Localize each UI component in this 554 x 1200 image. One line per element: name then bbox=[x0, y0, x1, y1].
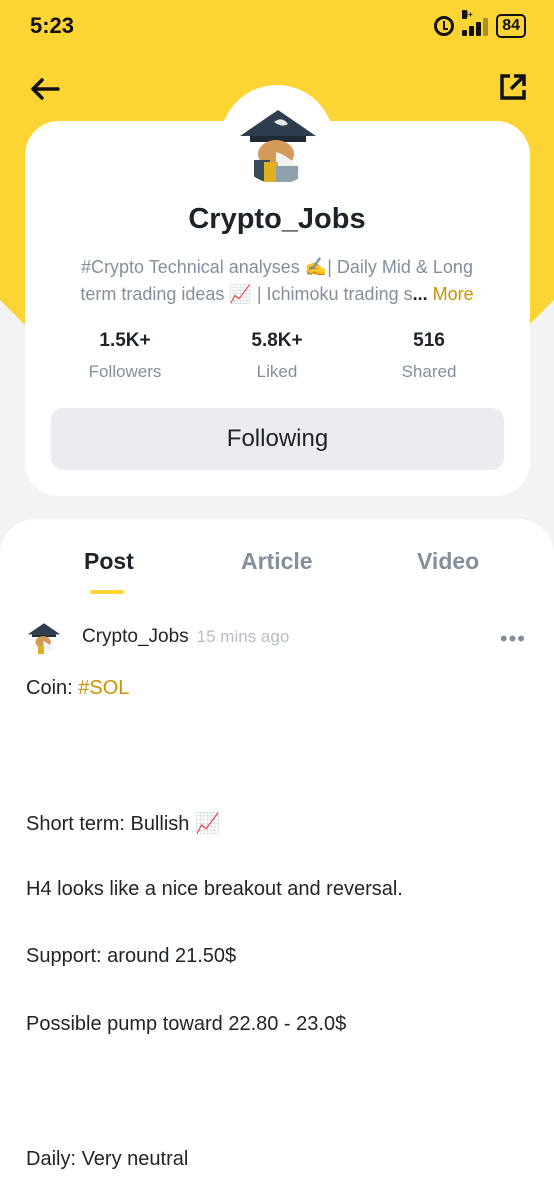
tab-article[interactable]: Article bbox=[241, 548, 313, 575]
post-author-avatar[interactable] bbox=[26, 619, 62, 655]
stat-shared: 516 Shared bbox=[354, 330, 504, 382]
battery-level: 84 bbox=[496, 14, 526, 38]
post-coin-line: Coin: #SOL bbox=[26, 677, 129, 700]
more-options-icon[interactable]: ••• bbox=[500, 626, 526, 652]
post-timestamp: 15 mins ago bbox=[196, 627, 290, 646]
stat-label: Shared bbox=[401, 362, 457, 381]
status-bar: 5:23 H+ 84 bbox=[0, 0, 554, 52]
post-header: Crypto_Jobs 15 mins ago ••• bbox=[26, 618, 528, 656]
stat-label: Liked bbox=[256, 362, 298, 381]
status-icons: H+ 84 bbox=[434, 10, 526, 38]
tab-post[interactable]: Post bbox=[84, 548, 134, 575]
coin-hashtag[interactable]: #SOL bbox=[78, 677, 129, 699]
post-author-name[interactable]: Crypto_Jobs bbox=[82, 626, 189, 648]
status-time: 5:23 bbox=[30, 13, 75, 38]
active-tab-indicator bbox=[90, 590, 124, 594]
post-text-line: H4 looks like a nice breakout and revers… bbox=[26, 878, 403, 900]
profile-bio: #Crypto Technical analyses ✍️| Daily Mid… bbox=[70, 254, 484, 308]
post-text-line: Possible pump toward 22.80 - 23.0$ bbox=[26, 1013, 347, 1035]
alarm-icon bbox=[434, 16, 455, 36]
stat-followers[interactable]: 1.5K+ Followers bbox=[50, 330, 200, 382]
bio-line-2: term trading ideas 📈 | Ichimoku trading … bbox=[80, 284, 413, 304]
coin-label: Coin: bbox=[26, 677, 79, 699]
profile-username: Crypto_Jobs bbox=[188, 203, 366, 235]
tab-video[interactable]: Video bbox=[417, 548, 479, 575]
signal-icon: H+ bbox=[462, 10, 489, 36]
stat-value: 1.5K+ bbox=[99, 330, 151, 351]
bio-ellipsis: ... bbox=[412, 284, 428, 304]
following-button[interactable]: Following bbox=[51, 408, 504, 470]
bio-more-link[interactable]: More bbox=[433, 284, 474, 304]
stat-label: Followers bbox=[88, 362, 162, 381]
bio-line-1: #Crypto Technical analyses ✍️| Daily Mid… bbox=[81, 257, 473, 277]
post-text-line: Short term: Bullish 📈 bbox=[26, 813, 220, 835]
profile-stats: 1.5K+ Followers 5.8K+ Liked 516 Shared bbox=[50, 330, 504, 382]
stat-value: 5.8K+ bbox=[251, 330, 303, 351]
network-type: H+ bbox=[462, 10, 473, 19]
post-text-line: Daily: Very neutral bbox=[26, 1148, 189, 1170]
stat-liked: 5.8K+ Liked bbox=[202, 330, 352, 382]
back-arrow-icon[interactable] bbox=[28, 74, 62, 104]
content-tabs: Post Article Video bbox=[0, 548, 554, 598]
battery-icon: 84 bbox=[496, 14, 526, 38]
share-icon[interactable] bbox=[498, 72, 528, 102]
avatar[interactable] bbox=[236, 100, 320, 184]
post-text-line: Support: around 21.50$ bbox=[26, 945, 237, 967]
stat-value: 516 bbox=[413, 330, 445, 351]
